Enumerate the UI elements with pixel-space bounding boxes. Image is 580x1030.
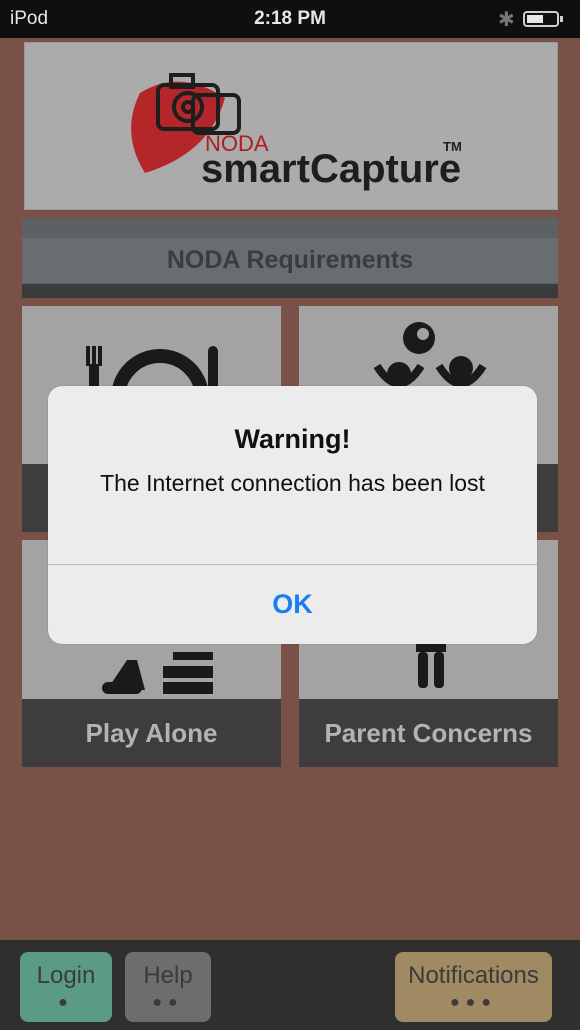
camera-icon <box>156 73 241 135</box>
login-tab-dots: ● <box>58 994 74 1011</box>
warning-alert-dialog: Warning! The Internet connection has bee… <box>48 386 537 644</box>
help-tab-label: Help <box>143 962 193 989</box>
play-together-icon <box>373 322 487 388</box>
alert-title: Warning! <box>234 424 351 454</box>
tile-play-alone-label: Play Alone <box>22 699 281 767</box>
help-tab[interactable]: Help ●● <box>125 952 211 1022</box>
ok-button[interactable]: OK <box>48 565 537 644</box>
notifications-tab-label: Notifications <box>408 962 539 989</box>
app-logo-banner: NODA smartCapture TM <box>24 42 558 210</box>
clock: 2:18 PM <box>254 8 326 29</box>
trademark-mark: TM <box>443 139 462 154</box>
bottom-tab-bar: Login ● Help ●● Notifications ●●● <box>0 940 580 1030</box>
requirements-label: NODA Requirements <box>22 238 558 283</box>
login-tab-label: Login <box>36 962 96 989</box>
logo-brand-text: smartCapture <box>201 147 462 191</box>
parent-icon <box>416 640 446 688</box>
bluetooth-icon: ✱ <box>498 9 515 31</box>
tile-parent-concerns-label: Parent Concerns <box>299 699 558 767</box>
alert-message: The Internet connection has been lost <box>100 470 485 496</box>
notifications-tab[interactable]: Notifications ●●● <box>395 952 552 1022</box>
notifications-tab-dots: ●●● <box>450 994 497 1011</box>
status-bar: iPod 2:18 PM ✱ <box>0 0 580 38</box>
help-tab-dots: ●● <box>152 994 184 1011</box>
login-tab[interactable]: Login ● <box>20 952 112 1022</box>
requirements-button[interactable]: NODA Requirements <box>22 218 558 298</box>
battery-icon <box>523 11 559 27</box>
